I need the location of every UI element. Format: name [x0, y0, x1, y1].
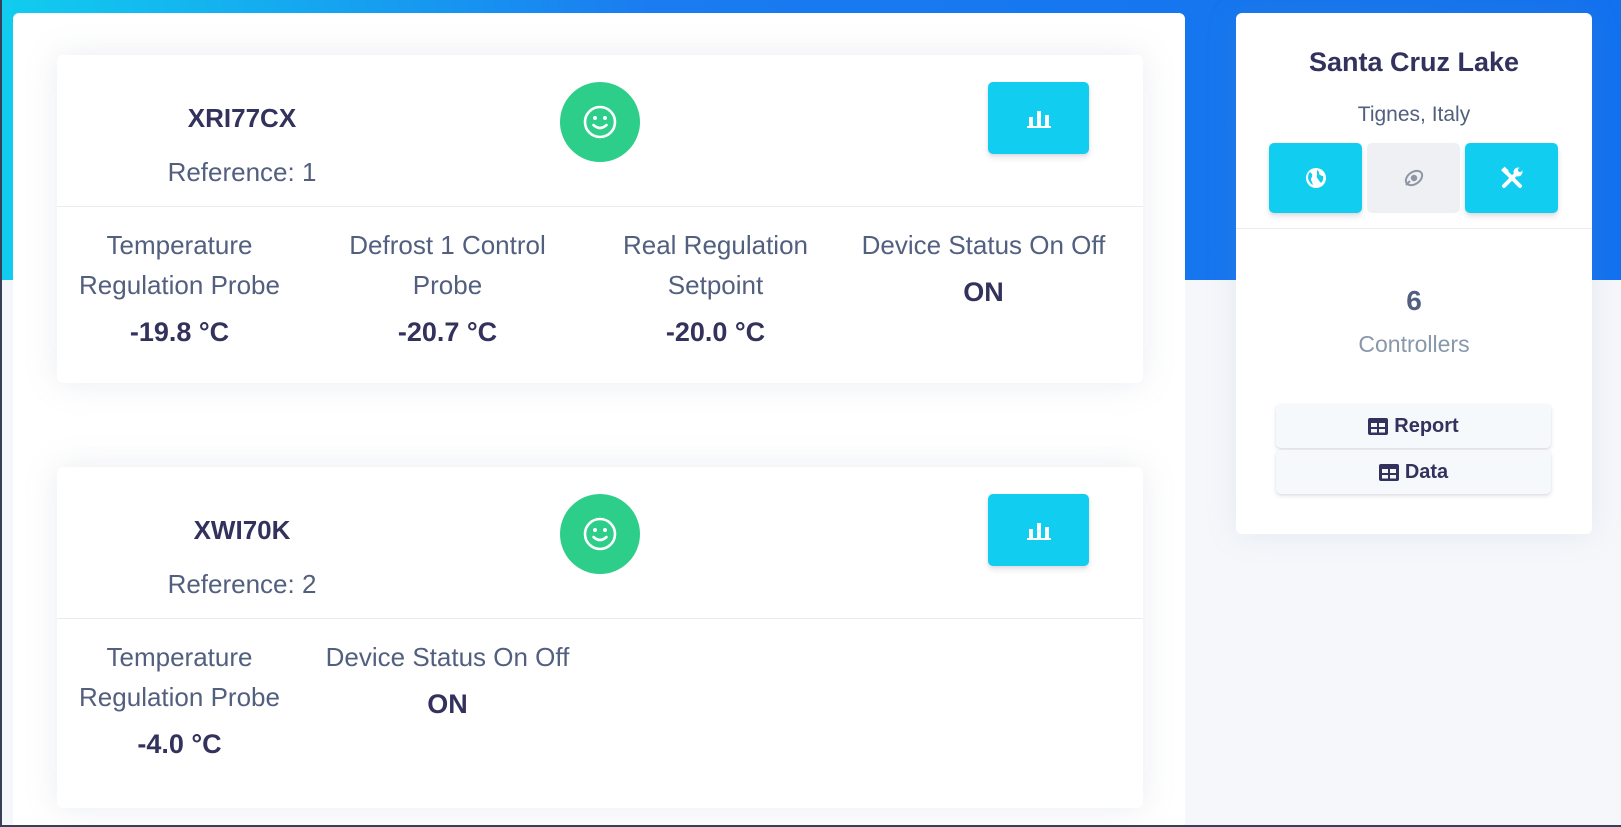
devices-panel: XRI77CX Reference: 1 Temperature Regulat… [13, 13, 1185, 827]
site-name: Santa Cruz Lake [1308, 47, 1520, 77]
smile-icon [583, 517, 617, 551]
device-name: XRI77CX [187, 103, 297, 133]
metric-label: Temperature Regulation Probe [79, 642, 280, 712]
divider [1236, 228, 1592, 229]
satellite-button[interactable] [1367, 143, 1460, 213]
controllers-count: 6 [1406, 285, 1422, 316]
metric-value: ON [963, 277, 1004, 307]
device-chart-button[interactable] [988, 82, 1089, 154]
metric-label: Temperature Regulation Probe [79, 230, 280, 300]
site-card: Santa Cruz Lake Tignes, Italy 6 Controll… [1236, 13, 1592, 534]
metric: Real Regulation Setpoint -20.0 °C [593, 225, 838, 348]
metric-label: Defrost 1 Control Probe [349, 230, 546, 300]
device-reference: Reference: 2 [167, 569, 317, 599]
metric-value: -19.8 °C [129, 317, 230, 347]
metric-label: Device Status On Off [861, 230, 1106, 260]
metric-label: Device Status On Off [325, 642, 570, 672]
satellite-icon [1404, 169, 1423, 187]
map-button[interactable] [1269, 143, 1362, 213]
table-icon [1368, 417, 1389, 435]
globe-icon [1305, 168, 1326, 188]
metric: Device Status On Off ON [861, 225, 1106, 308]
device-card-header: XWI70K Reference: 2 [57, 467, 1143, 619]
metric: Temperature Regulation Probe -4.0 °C [57, 637, 302, 760]
report-button-label: Report [1394, 414, 1459, 437]
metric: Temperature Regulation Probe -19.8 °C [57, 225, 302, 348]
device-card-header: XRI77CX Reference: 1 [57, 55, 1143, 207]
metric-value: -20.0 °C [665, 317, 766, 347]
device-metrics: Temperature Regulation Probe -4.0 °C Dev… [57, 619, 1143, 794]
device-card: XWI70K Reference: 2 Temperature Regulati… [57, 467, 1143, 808]
data-button[interactable]: Data [1276, 450, 1551, 494]
report-button[interactable]: Report [1276, 404, 1551, 448]
settings-tools-button[interactable] [1465, 143, 1558, 213]
device-metrics: Temperature Regulation Probe -19.8 °C De… [57, 207, 1143, 382]
metric: Device Status On Off ON [325, 637, 570, 720]
status-ok-indicator [560, 82, 640, 162]
metric-value: -4.0 °C [137, 729, 222, 759]
status-ok-indicator [560, 494, 640, 574]
device-card: XRI77CX Reference: 1 Temperature Regulat… [57, 55, 1143, 383]
tools-icon [1500, 166, 1522, 188]
device-reference: Reference: 1 [167, 157, 317, 187]
metric-value: ON [427, 689, 468, 719]
bar-chart-icon [1026, 523, 1051, 540]
table-icon [1378, 463, 1399, 481]
device-name: XWI70K [193, 515, 291, 545]
metric-label: Real Regulation Setpoint [622, 230, 808, 300]
bar-chart-icon [1026, 111, 1051, 128]
data-button-label: Data [1404, 460, 1449, 483]
metric: Defrost 1 Control Probe -20.7 °C [325, 225, 570, 348]
controllers-label: Controllers [1358, 331, 1470, 357]
smile-icon [583, 105, 617, 139]
metric-value: -20.7 °C [397, 317, 498, 347]
site-location: Tignes, Italy [1357, 103, 1471, 126]
device-chart-button[interactable] [988, 494, 1089, 566]
